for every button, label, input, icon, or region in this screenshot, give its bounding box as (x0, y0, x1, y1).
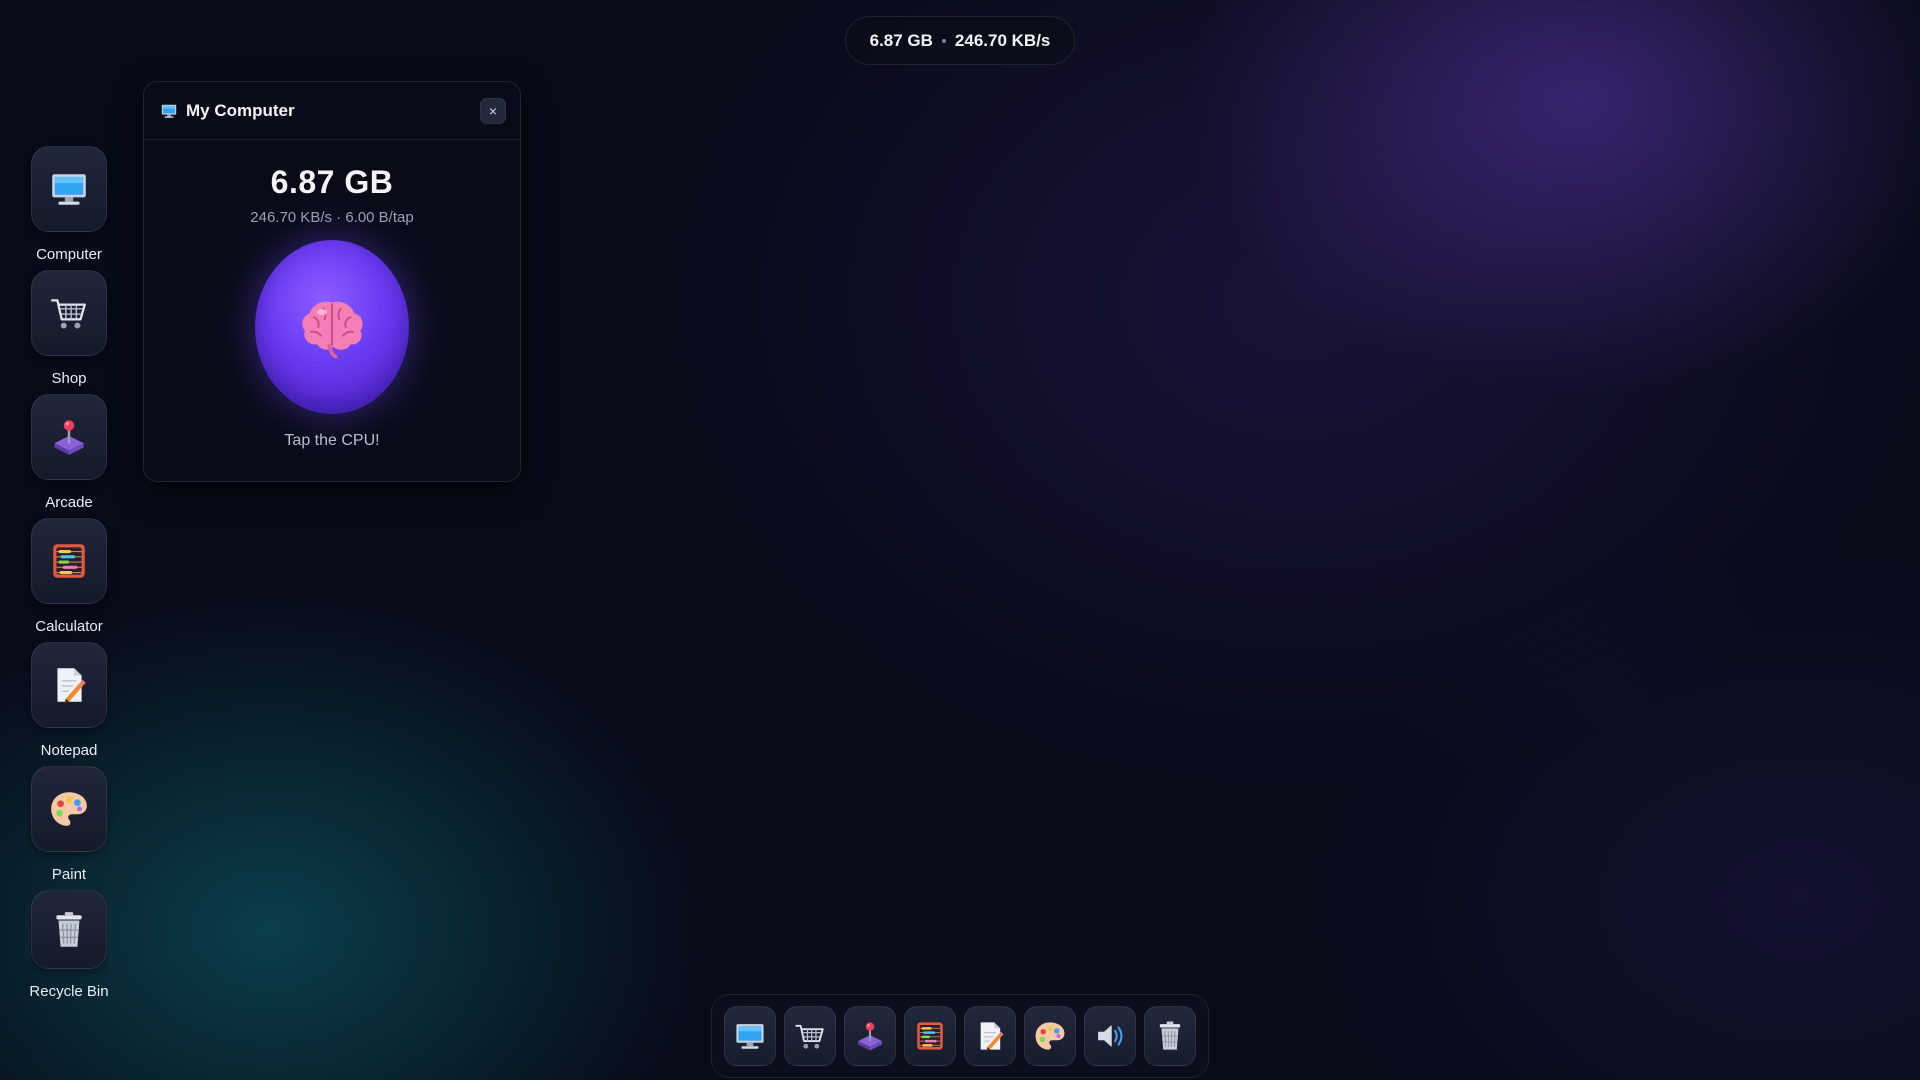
desktop-tile[interactable] (31, 890, 107, 969)
abacus-icon (48, 540, 90, 582)
desktop-tile[interactable] (31, 146, 107, 232)
desktop-label: Shop (51, 370, 87, 387)
cpu-tap-button[interactable] (255, 240, 409, 414)
status-separator (941, 38, 946, 43)
taskbar-calculator-button[interactable] (904, 1006, 956, 1066)
desktop-tile[interactable] (31, 270, 107, 356)
notepad-icon (973, 1019, 1007, 1053)
my-computer-window: My Computer × 6.87 GB 246.70 KB/s · 6.00… (143, 81, 521, 482)
desktop-item-computer[interactable]: Computer (30, 146, 108, 270)
monitor-icon (160, 102, 178, 120)
cart-icon (48, 292, 90, 334)
tap-hint: Tap the CPU! (284, 432, 380, 449)
status-rate: 246.70 KB/s (954, 30, 1051, 50)
desktop-item-arcade[interactable]: Arcade (30, 394, 108, 518)
trash-icon (48, 909, 90, 951)
desktop-tile[interactable] (31, 766, 107, 852)
desktop-item-calculator[interactable]: Calculator (30, 518, 108, 642)
window-body: 6.87 GB 246.70 KB/s · 6.00 B/tap Tap the… (144, 140, 520, 450)
status-storage: 6.87 GB (869, 30, 933, 50)
monitor-icon (48, 168, 90, 210)
desktop-label: Computer (36, 246, 102, 263)
taskbar-arcade-button[interactable] (844, 1006, 896, 1066)
notepad-icon (48, 664, 90, 706)
desktop-item-shop[interactable]: Shop (30, 270, 108, 394)
joystick-icon (48, 416, 90, 458)
desktop-item-notepad[interactable]: Notepad (30, 642, 108, 766)
palette-icon (48, 788, 90, 830)
taskbar-paint-button[interactable] (1024, 1006, 1076, 1066)
desktop-label: Recycle Bin (30, 983, 108, 1000)
desktop-icons: Computer Shop Arcade Calculator Notepad … (30, 146, 108, 1000)
desktop-item-paint[interactable]: Paint (30, 766, 108, 890)
taskbar-shop-button[interactable] (784, 1006, 836, 1066)
desktop-item-recycle-bin[interactable]: Recycle Bin (30, 890, 108, 1000)
taskbar-computer-button[interactable] (724, 1006, 776, 1066)
joystick-icon (853, 1019, 887, 1053)
desktop-tile[interactable] (31, 518, 107, 604)
window-title-bar[interactable]: My Computer × (144, 82, 520, 140)
rate-value: 246.70 KB/s · 6.00 B/tap (250, 209, 414, 226)
speaker-icon (1093, 1019, 1127, 1053)
palette-icon (1033, 1019, 1067, 1053)
status-pill: 6.87 GB 246.70 KB/s (845, 16, 1075, 65)
abacus-icon (913, 1019, 947, 1053)
cart-icon (793, 1019, 827, 1053)
monitor-icon (733, 1019, 767, 1053)
taskbar (711, 994, 1209, 1078)
desktop-tile[interactable] (31, 394, 107, 480)
desktop-label: Arcade (45, 494, 93, 511)
taskbar-sound-button[interactable] (1084, 1006, 1136, 1066)
brain-icon (295, 290, 369, 364)
desktop-label: Calculator (35, 618, 103, 635)
window-title: My Computer (186, 100, 295, 120)
close-button[interactable]: × (480, 97, 506, 124)
desktop-tile[interactable] (31, 642, 107, 728)
taskbar-recycle-bin-button[interactable] (1144, 1006, 1196, 1066)
storage-value: 6.87 GB (270, 164, 394, 200)
taskbar-notepad-button[interactable] (964, 1006, 1016, 1066)
trash-icon (1153, 1019, 1187, 1053)
desktop-label: Paint (51, 866, 87, 883)
desktop-label: Notepad (40, 742, 98, 759)
